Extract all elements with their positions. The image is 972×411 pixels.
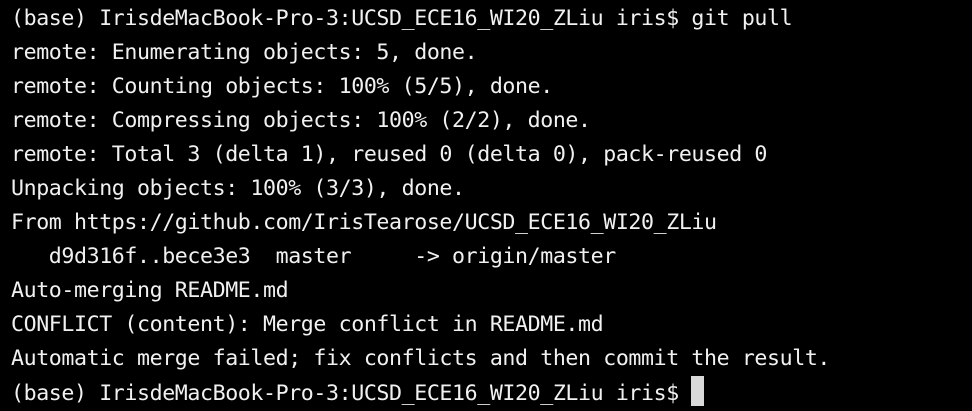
output-line: Auto-merging README.md [11, 278, 289, 303]
output-line: d9d316f..bece3e3 master -> origin/master [11, 244, 616, 269]
prompt-line[interactable]: (base) IrisdeMacBook-Pro-3:UCSD_ECE16_WI… [11, 376, 972, 410]
command-line: (base) IrisdeMacBook-Pro-3:UCSD_ECE16_WI… [11, 6, 793, 31]
output-line: From https://github.com/IrisTearose/UCSD… [11, 210, 717, 235]
shell-prompt: (base) IrisdeMacBook-Pro-3:UCSD_ECE16_WI… [11, 381, 679, 406]
output-line: remote: Enumerating objects: 5, done. [11, 40, 478, 65]
output-line: Unpacking objects: 100% (3/3), done. [11, 176, 465, 201]
output-line: CONFLICT (content): Merge conflict in RE… [11, 312, 604, 337]
terminal-window[interactable]: (base) IrisdeMacBook-Pro-3:UCSD_ECE16_WI… [0, 0, 972, 410]
output-line: Automatic merge failed; fix conflicts an… [11, 346, 831, 371]
output-line: remote: Counting objects: 100% (5/5), do… [11, 74, 553, 99]
output-line: remote: Compressing objects: 100% (2/2),… [11, 108, 591, 133]
output-line: remote: Total 3 (delta 1), reused 0 (del… [11, 142, 768, 167]
text-cursor [690, 376, 704, 406]
